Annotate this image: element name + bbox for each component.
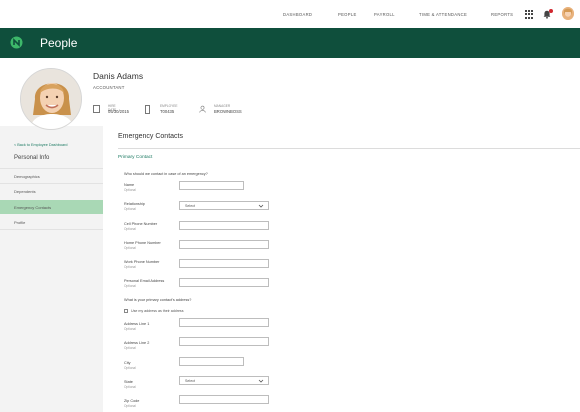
nav-item-dashboard[interactable]: DASHBOARD [283,12,312,17]
address-line-1-input[interactable] [179,318,269,327]
building-icon [145,105,150,114]
address-line-2-input[interactable] [179,337,269,346]
meta-value: T00435 [160,109,175,114]
sidebar-item-label: Emergency Contacts [14,205,52,210]
state-select[interactable]: Select [179,376,269,385]
field-optional-note: Optional [124,346,136,350]
city-input[interactable] [179,357,244,366]
nav-item-reports[interactable]: REPORTS [491,12,513,17]
nav-item-people[interactable]: PEOPLE [338,12,357,17]
field-label-work-phone: Work Phone Number [124,260,160,264]
field-label-name: Name [124,183,135,187]
field-optional-note: Optional [124,366,136,370]
page-title: People [40,36,78,50]
sidebar-section-title: Personal Info [14,155,50,161]
field-optional-note: Optional [124,207,136,211]
chevron-down-icon [258,379,264,383]
field-optional-note: Optional [124,327,136,331]
app-header: People [0,28,580,58]
meta-label: EMPLOYEE [160,104,178,108]
emergency-contacts-form: Emergency Contacts Primary Contact Who s… [103,126,580,412]
field-optional-note: Optional [124,246,136,250]
select-value: Select [185,204,195,208]
employee-photo [20,68,82,130]
field-optional-note: Optional [124,404,136,408]
apps-grid-icon[interactable] [525,10,534,19]
page: DASHBOARD PEOPLE PAYROLL TIME & ATTENDAN… [0,0,580,412]
sidebar-item-label: Profile [14,220,26,225]
work-phone-input[interactable] [179,259,269,268]
field-optional-note: Optional [124,385,136,389]
name-input[interactable] [179,181,244,190]
field-label-address-1: Address Line 1 [124,322,150,326]
calendar-icon [93,105,100,113]
top-navigation: DASHBOARD PEOPLE PAYROLL TIME & ATTENDAN… [0,0,580,28]
sidebar-item-profile[interactable]: Profile [0,215,103,229]
nav-item-payroll[interactable]: PAYROLL [374,12,395,17]
sidebar-item-dependents[interactable]: Dependents [0,184,103,198]
field-label-address-2: Address Line 2 [124,341,150,345]
employee-profile-summary: Danis Adams ACCOUNTANT HIRE DATE 05/30/2… [0,58,580,130]
sidebar-item-label: Demographics [14,174,40,179]
notification-badge [549,9,553,13]
primary-contact-heading: Primary Contact [118,155,153,160]
employee-job-title: ACCOUNTANT [93,85,125,90]
select-value: Select [185,379,195,383]
section-divider [118,148,580,149]
cell-phone-input[interactable] [179,221,269,230]
meta-value: 05/30/2015 [108,109,129,114]
field-label-cell-phone: Cell Phone Number [124,222,158,226]
person-icon [199,105,206,113]
field-label-email: Personal Email Address [124,279,165,283]
sidebar-item-label: Dependents [14,189,36,194]
relationship-select[interactable]: Select [179,201,269,210]
user-avatar-icon[interactable] [562,7,574,20]
home-phone-input[interactable] [179,240,269,249]
logo-icon[interactable] [10,36,23,49]
back-to-dashboard-link[interactable]: < Back to Employee Dashboard [14,143,68,147]
meta-value: BROWNBOSS [214,109,242,114]
nav-item-time-attendance[interactable]: TIME & ATTENDANCE [419,12,467,17]
meta-label: MANAGER [214,104,231,108]
address-question: What is your primary contact's address? [124,298,192,302]
section-title: Emergency Contacts [118,133,183,140]
field-optional-note: Optional [124,227,136,231]
field-label-home-phone: Home Phone Number [124,241,161,245]
same-address-checkbox[interactable] [124,309,128,313]
chevron-down-icon [258,204,264,208]
same-address-label: Use my address as their address [131,309,184,313]
field-optional-note: Optional [124,188,136,192]
email-input[interactable] [179,278,269,287]
sidebar-item-emergency-contacts[interactable]: Emergency Contacts [0,200,103,214]
contact-question: Who should we contact in case of an emer… [124,172,208,176]
employee-name: Danis Adams [93,71,144,81]
field-label-relationship: Relationship [124,202,145,206]
field-optional-note: Optional [124,265,136,269]
field-optional-note: Optional [124,284,136,288]
zip-code-input[interactable] [179,395,269,404]
field-label-zip: Zip Code [124,399,140,403]
field-label-state: State [124,380,133,384]
field-label-city: City [124,361,131,365]
sidebar-item-demographics[interactable]: Demographics [0,169,103,183]
sidebar: < Back to Employee Dashboard Personal In… [0,126,103,412]
